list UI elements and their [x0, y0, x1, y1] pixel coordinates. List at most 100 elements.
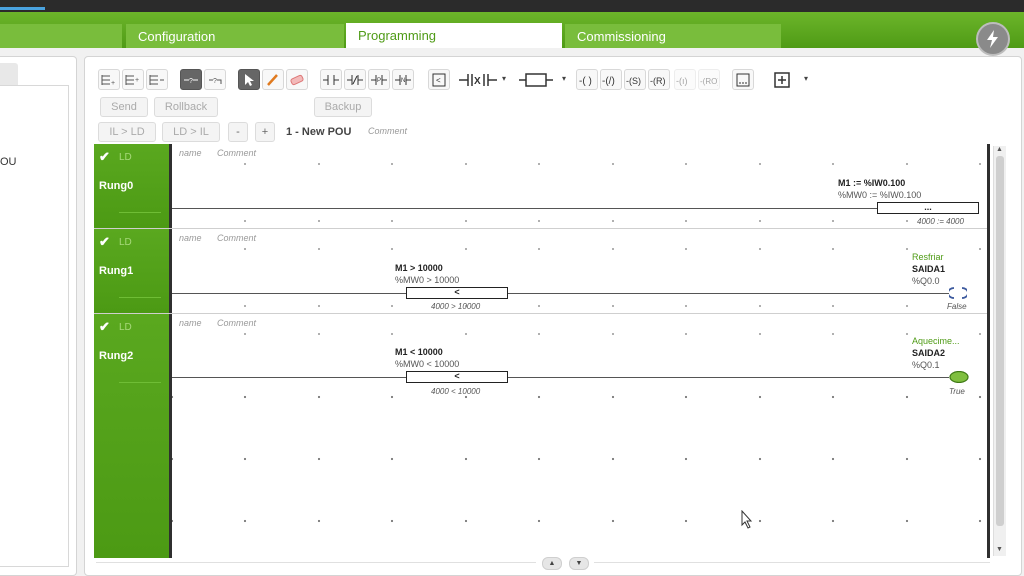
pointer-icon[interactable] — [238, 69, 260, 90]
left-panel-tab[interactable] — [0, 63, 18, 85]
rung-language: LD — [119, 152, 132, 163]
vertical-scrollbar[interactable]: ▲ ▼ — [993, 146, 1006, 556]
rung-label-field[interactable] — [119, 202, 161, 213]
rung-language: LD — [119, 322, 132, 333]
coil-address: %Q0.0 — [912, 276, 940, 286]
rung-canvas[interactable]: name Comment M1 < 10000 %MW0 < 10000 < 4… — [169, 314, 990, 558]
xor-dropdown-icon[interactable]: ▾ — [498, 71, 510, 85]
scroll-up-icon[interactable]: ▲ — [996, 146, 1003, 153]
add-block-icon[interactable] — [768, 69, 796, 90]
coil-symbol: SAIDA1 — [912, 264, 946, 274]
rung-label-field[interactable] — [119, 287, 161, 298]
no-contact-icon[interactable] — [320, 69, 342, 90]
zoom-in-button[interactable]: + — [255, 122, 275, 142]
rung-wire — [172, 377, 949, 378]
coil-icon[interactable]: -( ) — [576, 69, 598, 90]
svg-text:X: X — [474, 76, 481, 87]
rung-canvas[interactable]: name Comment M1 > 10000 %MW0 > 10000 < 4… — [169, 229, 990, 313]
coil-comment: Resfriar — [912, 252, 944, 262]
collapse-down-icon[interactable]: ▼ — [569, 557, 589, 570]
coil-state: False — [947, 302, 967, 311]
collapse-up-icon[interactable]: ▲ — [542, 557, 562, 570]
check-icon[interactable]: ✔ — [99, 149, 110, 165]
n-contact-icon[interactable]: N — [392, 69, 414, 90]
svg-text:+: + — [111, 80, 115, 86]
nc-contact-icon[interactable] — [344, 69, 366, 90]
reset-coil-icon[interactable]: -(R) — [648, 69, 670, 90]
rung-name: Rung1 — [99, 265, 134, 277]
insert-rung-below-icon[interactable]: + — [122, 69, 144, 90]
eraser-icon[interactable] — [286, 69, 308, 90]
rung-label-field[interactable] — [119, 372, 161, 383]
ld-to-il-button[interactable]: LD > IL — [162, 122, 220, 142]
reset-coil-disabled-icon[interactable]: -(RO) — [698, 69, 720, 90]
rung[interactable]: ✔ LD Rung0 name Comment M1 := %IW0.100 %… — [94, 144, 990, 229]
pou-tree: OU — [0, 85, 69, 567]
rung-header[interactable]: ✔ LD Rung0 — [94, 144, 169, 228]
tab-programming[interactable]: Programming — [346, 23, 562, 48]
send-button[interactable]: Send — [100, 97, 148, 117]
rung-language: LD — [119, 237, 132, 248]
coil-comment: Aquecime... — [912, 336, 960, 346]
scroll-down-icon[interactable]: ▼ — [996, 546, 1003, 553]
rung-comment-field[interactable]: Comment — [217, 318, 256, 328]
rung-header[interactable]: ✔ LD Rung2 — [94, 314, 169, 558]
rung-header[interactable]: ✔ LD Rung1 — [94, 229, 169, 313]
svg-text:+: + — [135, 77, 139, 84]
rung-name-field[interactable]: name — [179, 318, 202, 328]
p-contact-icon[interactable]: P — [368, 69, 390, 90]
xor-contact-icon[interactable]: X — [458, 69, 498, 90]
function-dropdown-icon[interactable]: ▾ — [558, 71, 570, 85]
compare-block[interactable]: < — [406, 371, 508, 383]
svg-text:?: ? — [213, 78, 217, 85]
rung[interactable]: ✔ LD Rung2 name Comment M1 < 10000 %MW0 … — [94, 314, 990, 558]
svg-text:P: P — [377, 78, 381, 84]
delete-rung-icon[interactable] — [146, 69, 168, 90]
check-icon[interactable]: ✔ — [99, 319, 110, 335]
rung[interactable]: ✔ LD Rung1 name Comment M1 > 10000 %MW0 … — [94, 229, 990, 314]
backup-button[interactable]: Backup — [314, 97, 372, 117]
pou-comment[interactable]: Comment — [368, 126, 407, 136]
insert-rung-icon[interactable]: + — [98, 69, 120, 90]
block-title: M1 > 10000 — [395, 263, 443, 273]
check-icon[interactable]: ✔ — [99, 234, 110, 250]
rung-wire — [172, 208, 877, 209]
rung-wire — [172, 293, 949, 294]
text-toggle-icon[interactable]: ? — [204, 69, 226, 90]
coil-off-icon[interactable] — [949, 287, 967, 299]
pencil-icon[interactable] — [262, 69, 284, 90]
scroll-thumb[interactable] — [996, 156, 1004, 526]
set-coil-icon[interactable]: -(S) — [624, 69, 646, 90]
compare-block[interactable]: < — [406, 287, 508, 299]
operate-block-icon[interactable] — [732, 69, 754, 90]
negated-coil-icon[interactable]: -(/) — [600, 69, 622, 90]
svg-text:?: ? — [189, 78, 193, 85]
add-block-dropdown-icon[interactable]: ▾ — [800, 71, 812, 85]
function-block-icon[interactable] — [518, 69, 554, 90]
tab-previous[interactable] — [0, 24, 122, 48]
compare-block-icon[interactable]: < — [428, 69, 450, 90]
rung-comment-field[interactable]: Comment — [217, 233, 256, 243]
il-to-ld-button[interactable]: IL > LD — [98, 122, 156, 142]
rung-name-field[interactable]: name — [179, 148, 202, 158]
svg-text:-(ı): -(ı) — [676, 76, 688, 86]
zoom-out-button[interactable]: - — [228, 122, 248, 142]
left-panel: OU — [0, 56, 77, 576]
set-coil-disabled-icon[interactable]: -(ı) — [674, 69, 696, 90]
svg-text:-(R): -(R) — [650, 76, 666, 86]
rollback-button[interactable]: Rollback — [154, 97, 218, 117]
pou-title: 1 - New POU — [286, 126, 352, 138]
block-title: M1 := %IW0.100 — [838, 178, 906, 188]
svg-text:-( ): -( ) — [579, 76, 592, 86]
comment-toggle-icon[interactable]: ? — [180, 69, 202, 90]
operate-block[interactable]: ... — [877, 202, 979, 214]
right-rail — [987, 144, 990, 558]
tab-commissioning[interactable]: Commissioning — [565, 24, 781, 48]
tab-configuration[interactable]: Configuration — [126, 24, 344, 48]
rung-comment-field[interactable]: Comment — [217, 148, 256, 158]
rung-canvas[interactable]: name Comment M1 := %IW0.100 %MW0 := %IW0… — [169, 144, 990, 228]
pou-tree-item[interactable]: OU — [0, 156, 17, 168]
connect-button[interactable] — [976, 22, 1010, 56]
coil-on-icon[interactable] — [949, 371, 971, 383]
rung-name-field[interactable]: name — [179, 233, 202, 243]
